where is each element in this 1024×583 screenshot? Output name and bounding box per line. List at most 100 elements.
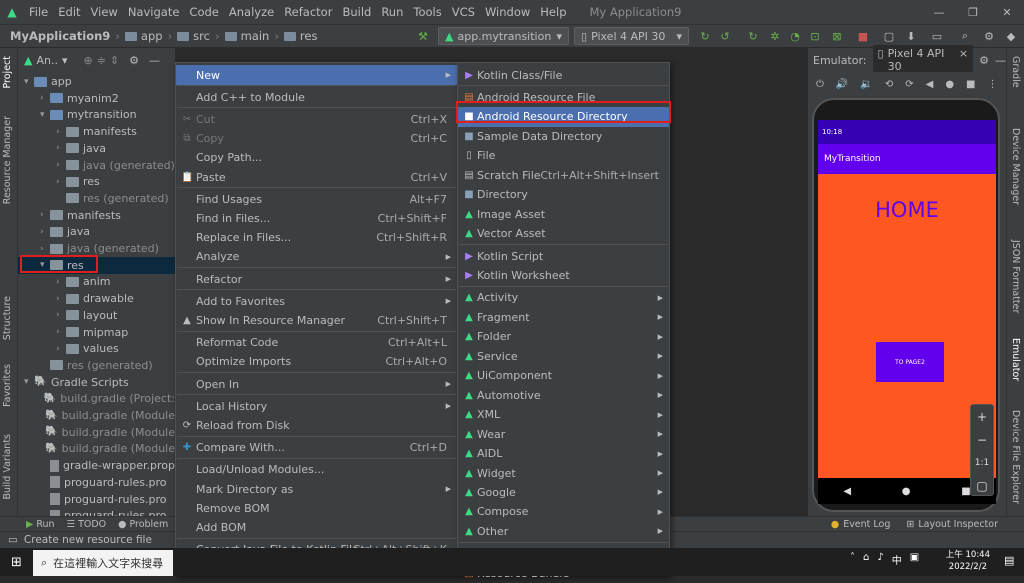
tree-item[interactable]: 🐘 build.gradle (Module [18, 407, 175, 424]
menu-item-paste[interactable]: 📋 Paste Ctrl+V [176, 167, 457, 187]
tree-item[interactable]: › java [18, 223, 175, 240]
target-icon[interactable]: ⊕ [84, 54, 93, 67]
chevron-up-icon[interactable]: ˄ [850, 552, 855, 567]
collapse-icon[interactable]: ≑ [97, 54, 106, 67]
submenu-item-folder[interactable]: ▲ Folder ▶ [458, 327, 669, 347]
apply-code-changes-icon[interactable]: ↺ [716, 27, 734, 45]
menu-item-copy[interactable]: ⧉ Copy Ctrl+C [176, 129, 457, 149]
menu-view[interactable]: View [86, 5, 123, 19]
back-icon[interactable]: ◀ [926, 79, 934, 90]
tree-item[interactable]: › layout [18, 307, 175, 324]
submenu-item-fragment[interactable]: ▲ Fragment ▶ [458, 307, 669, 327]
home-icon[interactable]: ● [945, 79, 954, 90]
menu-file[interactable]: File [24, 5, 53, 19]
menu-item-find-in-files[interactable]: Find in Files... Ctrl+Shift+F [176, 208, 457, 228]
menu-item-replace-in-files[interactable]: Replace in Files... Ctrl+Shift+R [176, 228, 457, 248]
stop-icon[interactable]: ■ [854, 27, 872, 45]
menu-item-open-in[interactable]: Open In ▶ [176, 374, 457, 394]
rotate-left-icon[interactable]: ⟲ [885, 79, 893, 90]
menu-help[interactable]: Help [535, 5, 571, 19]
menu-tools[interactable]: Tools [408, 5, 446, 19]
debug-icon[interactable]: ✲ [766, 27, 784, 45]
menu-item-add-c-to-module[interactable]: Add C++ to Module [176, 87, 457, 107]
tab-todo[interactable]: TODO [78, 519, 106, 530]
expand-icon[interactable]: ⇕ [110, 54, 119, 67]
coverage-icon[interactable]: ⊠ [828, 27, 846, 45]
settings-gear-icon[interactable]: ⚙ [980, 27, 998, 45]
menu-item-remove-bom[interactable]: Remove BOM [176, 498, 457, 518]
submenu-item-wear[interactable]: ▲ Wear ▶ [458, 424, 669, 444]
tree-item[interactable]: ▾ 🐘 Gradle Scripts [18, 374, 175, 391]
gemini-icon[interactable]: ◆ [1002, 27, 1020, 45]
apply-changes-icon[interactable]: ↻ [696, 27, 714, 45]
zoom-out-button[interactable]: − [971, 428, 993, 451]
tree-item[interactable]: gradle-wrapper.prop [18, 457, 175, 474]
breadcrumb-item[interactable]: main [224, 29, 269, 43]
tree-item[interactable]: 🐘 build.gradle (Module [18, 440, 175, 457]
tab-run[interactable]: Run [36, 519, 54, 530]
tree-item[interactable]: › myanim2 [18, 90, 175, 107]
menu-item-optimize-imports[interactable]: Optimize Imports Ctrl+Alt+O [176, 352, 457, 372]
submenu-item-kotlin-script[interactable]: ▶ Kotlin Script [458, 246, 669, 266]
clock[interactable]: 上午 10:44 2022/2/2 [946, 549, 990, 573]
submenu-item-other[interactable]: ▲ Other ▶ [458, 521, 669, 541]
menu-analyze[interactable]: Analyze [224, 5, 279, 19]
attach-debugger-icon[interactable]: ⊡ [806, 27, 824, 45]
menu-item-compare-with[interactable]: ✚ Compare With... Ctrl+D [176, 438, 457, 458]
project-view-select[interactable]: An.. [36, 54, 58, 67]
settings-gear-icon[interactable]: ⚙ [129, 54, 139, 67]
submenu-item-widget[interactable]: ▲ Widget ▶ [458, 463, 669, 483]
tree-item[interactable]: › mipmap [18, 324, 175, 341]
minimize-icon[interactable]: — [922, 0, 956, 24]
tree-item[interactable]: › java (generated) [18, 157, 175, 174]
submenu-item-google[interactable]: ▲ Google ▶ [458, 482, 669, 502]
menu-vcs[interactable]: VCS [447, 5, 480, 19]
submenu-item-kotlin-worksheet[interactable]: ▶ Kotlin Worksheet [458, 266, 669, 286]
submenu-item-xml[interactable]: ▲ XML ▶ [458, 405, 669, 425]
tab-resource-manager[interactable]: Resource Manager [2, 116, 13, 204]
windows-start-icon[interactable]: ⊞ [0, 555, 33, 570]
taskbar-search[interactable]: ⌕ 在這裡輸入文字來搜尋 [33, 550, 173, 576]
tree-item[interactable]: › anim [18, 273, 175, 290]
tab-json-formatter[interactable]: JSON Formatter [1010, 240, 1021, 313]
breadcrumb-item[interactable]: src [177, 29, 210, 43]
submenu-item-directory[interactable]: ■ Directory [458, 185, 669, 205]
tree-item[interactable]: ▾ app [18, 73, 175, 90]
menu-refactor[interactable]: Refactor [279, 5, 337, 19]
breadcrumb-item[interactable]: res [283, 29, 317, 43]
tab-problems[interactable]: Problem [129, 519, 168, 530]
notification-icon[interactable]: ▤ [1004, 554, 1014, 567]
tree-item[interactable]: proguard-rules.pro [18, 507, 175, 516]
menu-item-analyze[interactable]: Analyze ▶ [176, 247, 457, 267]
menu-item-local-history[interactable]: Local History ▶ [176, 396, 457, 416]
tree-item[interactable]: › java [18, 140, 175, 157]
menu-item-mark-directory-as[interactable]: Mark Directory as ▶ [176, 479, 457, 499]
zoom-1to1-button[interactable]: 1:1 [971, 451, 993, 474]
zoom-fit-button[interactable]: ▢ [971, 474, 993, 497]
network-icon[interactable]: ⌂ [863, 552, 869, 567]
device-manager-icon[interactable]: ▢ [880, 27, 898, 45]
search-icon[interactable]: ⌕ [956, 27, 974, 45]
tab-event-log[interactable]: Event Log [843, 519, 890, 530]
menu-item-refactor[interactable]: Refactor ▶ [176, 269, 457, 289]
submenu-item-uicomponent[interactable]: ▲ UiComponent ▶ [458, 366, 669, 386]
tab-layout-inspector[interactable]: Layout Inspector [918, 519, 998, 530]
close-icon[interactable]: × [959, 47, 968, 73]
tab-project[interactable]: Project [2, 56, 13, 89]
submenu-item-image-asset[interactable]: ▲ Image Asset [458, 204, 669, 224]
menu-item-show-in-resource-manager[interactable]: ▲ Show In Resource Manager Ctrl+Shift+T [176, 310, 457, 330]
emulator-tab[interactable]: ▯ Pixel 4 API 30 × [872, 45, 974, 75]
tab-device-file-explorer[interactable]: Device File Explorer [1010, 410, 1021, 504]
zoom-in-button[interactable]: + [971, 405, 993, 428]
submenu-item-scratch-file[interactable]: ▤ Scratch File Ctrl+Alt+Shift+Insert [458, 165, 669, 185]
to-page2-button[interactable]: TO PAGE2 [876, 342, 944, 382]
hide-icon[interactable]: — [149, 54, 160, 67]
tree-item[interactable]: ▾ mytransition [18, 106, 175, 123]
volume-icon[interactable]: ♪ [877, 552, 883, 567]
home-icon[interactable]: ● [902, 486, 911, 497]
menu-edit[interactable]: Edit [53, 5, 85, 19]
breadcrumb-item[interactable]: MyApplication9 [10, 29, 110, 43]
volume-down-icon[interactable]: 🔉 [860, 79, 872, 90]
overview-icon[interactable]: ■ [966, 79, 975, 90]
tree-item[interactable]: 🐘 build.gradle (Module [18, 424, 175, 441]
